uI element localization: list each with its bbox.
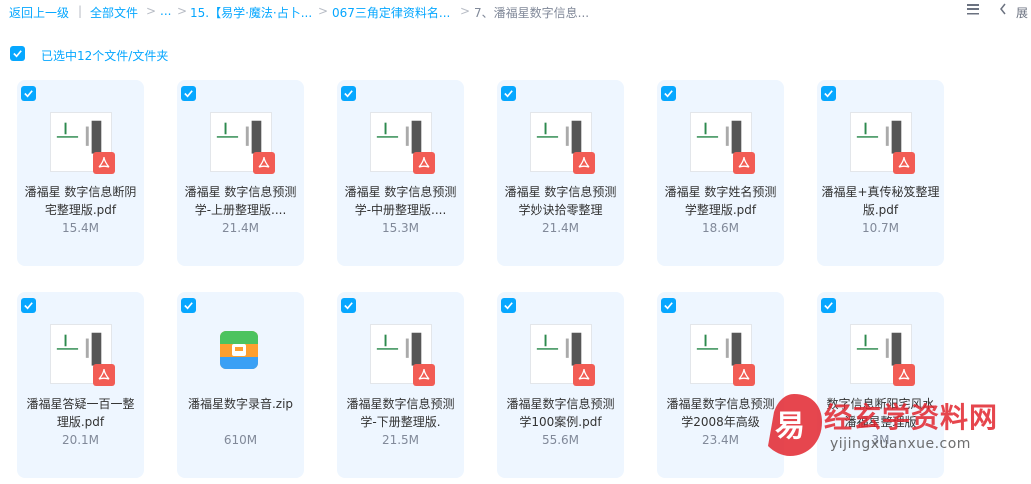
file-name[interactable]: 潘福星 数字信息预测学妙诀拾零整理 <box>501 183 620 219</box>
pdf-file-icon <box>893 364 915 386</box>
file-name[interactable]: 潘福星数字信息预测学100案例.pdf <box>501 395 620 431</box>
pdf-file-icon <box>573 152 595 174</box>
pdf-file-icon <box>733 152 755 174</box>
file-size: 610M <box>223 433 258 447</box>
watermark: 易 经玄学资料网 yijingxuanxue.com <box>764 392 1031 462</box>
file-checkbox[interactable] <box>21 298 36 313</box>
file-card[interactable]: 潘福星 数字信息预测学-中册整理版.... 15.3M <box>337 80 464 266</box>
watermark-title: 经玄学资料网 <box>824 401 999 434</box>
watermark-url: yijingxuanxue.com <box>830 436 971 452</box>
pdf-file-icon <box>413 152 435 174</box>
file-name[interactable]: 潘福星数字信息预测学2008年高级 <box>661 395 780 431</box>
check-icon <box>24 302 33 310</box>
breadcrumb-chevron: > <box>318 4 329 18</box>
check-icon <box>504 302 513 310</box>
file-checkbox[interactable] <box>341 86 356 101</box>
file-size: 18.6M <box>701 221 740 235</box>
list-view-icon[interactable] <box>966 2 980 20</box>
file-checkbox[interactable] <box>501 298 516 313</box>
breadcrumb-ellipsis[interactable]: ... <box>160 4 171 18</box>
file-name[interactable]: 潘福星 数字姓名预测学整理版.pdf <box>661 183 780 219</box>
check-icon <box>184 302 193 310</box>
selection-bar: 已选中12个文件/文件夹 <box>10 46 168 64</box>
zip-archive-icon <box>220 331 258 369</box>
breadcrumb-all-files[interactable]: 全部文件 <box>90 4 138 21</box>
file-size: 20.1M <box>61 433 100 447</box>
check-icon <box>664 302 673 310</box>
pdf-file-icon <box>573 364 595 386</box>
select-all-checkbox[interactable] <box>10 46 25 61</box>
check-icon <box>504 90 513 98</box>
file-name[interactable]: 潘福星 数字信息预测学-上册整理版.... <box>181 183 300 219</box>
file-name[interactable]: 潘福星数字信息预测学-下册整理版. <box>341 395 460 431</box>
file-checkbox[interactable] <box>661 298 676 313</box>
file-size: 10.7M <box>861 221 900 235</box>
breadcrumb-chevron: > <box>177 4 188 18</box>
file-checkbox[interactable] <box>21 86 36 101</box>
file-size: 15.4M <box>61 221 100 235</box>
breadcrumb: 返回上一级 | 全部文件 > ... > 15.【易学·魔法·占卜... > 0… <box>0 0 1031 24</box>
breadcrumb-level1[interactable]: 15.【易学·魔法·占卜... <box>190 4 312 21</box>
file-card[interactable]: 潘福星+真传秘笈整理版.pdf 10.7M <box>817 80 944 266</box>
file-checkbox[interactable] <box>501 86 516 101</box>
pdf-file-icon <box>893 152 915 174</box>
file-card[interactable]: 潘福星 数字姓名预测学整理版.pdf 18.6M <box>657 80 784 266</box>
chevron-left-icon[interactable] <box>998 2 1008 20</box>
back-link[interactable]: 返回上一级 <box>9 4 69 21</box>
file-size: 21.5M <box>381 433 420 447</box>
pdf-file-icon <box>93 152 115 174</box>
file-checkbox[interactable] <box>821 86 836 101</box>
check-icon <box>824 302 833 310</box>
breadcrumb-chevron: > <box>460 4 471 18</box>
file-name[interactable]: 潘福星数字录音.zip <box>181 395 300 413</box>
breadcrumb-level2[interactable]: 067三角定律资料名... <box>332 4 450 21</box>
check-icon <box>13 50 22 58</box>
expand-label[interactable]: 展 <box>1016 4 1028 21</box>
watermark-logo-icon: 易 <box>768 394 822 456</box>
file-size: 21.4M <box>541 221 580 235</box>
file-checkbox[interactable] <box>341 298 356 313</box>
file-checkbox[interactable] <box>181 86 196 101</box>
file-card[interactable]: 潘福星答疑一百一整理版.pdf 20.1M <box>17 292 144 478</box>
file-checkbox[interactable] <box>181 298 196 313</box>
file-size: 21.4M <box>221 221 260 235</box>
svg-text:易: 易 <box>775 409 805 444</box>
file-name[interactable]: 潘福星 数字信息预测学-中册整理版.... <box>341 183 460 219</box>
breadcrumb-divider: | <box>78 4 83 18</box>
file-card[interactable]: 潘福星 数字信息预测学妙诀拾零整理 21.4M <box>497 80 624 266</box>
file-size: 55.6M <box>541 433 580 447</box>
pdf-file-icon <box>413 364 435 386</box>
file-card[interactable]: 潘福星 数字信息预测学-上册整理版.... 21.4M <box>177 80 304 266</box>
file-checkbox[interactable] <box>661 86 676 101</box>
file-name[interactable]: 潘福星+真传秘笈整理版.pdf <box>821 183 940 219</box>
file-card[interactable]: 潘福星数字信息预测学-下册整理版. 21.5M <box>337 292 464 478</box>
file-card[interactable]: 潘福星数字信息预测学100案例.pdf 55.6M <box>497 292 624 478</box>
pdf-file-icon <box>93 364 115 386</box>
file-name[interactable]: 潘福星 数字信息断阴宅整理版.pdf <box>21 183 140 219</box>
check-icon <box>344 90 353 98</box>
file-name[interactable]: 潘福星答疑一百一整理版.pdf <box>21 395 140 431</box>
file-card[interactable]: 潘福星 数字信息断阴宅整理版.pdf 15.4M <box>17 80 144 266</box>
pdf-file-icon <box>253 152 275 174</box>
check-icon <box>184 90 193 98</box>
file-checkbox[interactable] <box>821 298 836 313</box>
selection-count: 已选中12个文件/文件夹 <box>41 49 169 63</box>
check-icon <box>824 90 833 98</box>
check-icon <box>664 90 673 98</box>
file-size: 15.3M <box>381 221 420 235</box>
check-icon <box>344 302 353 310</box>
breadcrumb-chevron: > <box>146 4 157 18</box>
breadcrumb-current: 7、潘福星数字信息... <box>474 6 590 20</box>
pdf-file-icon <box>733 364 755 386</box>
check-icon <box>24 90 33 98</box>
file-card[interactable]: 潘福星数字录音.zip 610M <box>177 292 304 478</box>
